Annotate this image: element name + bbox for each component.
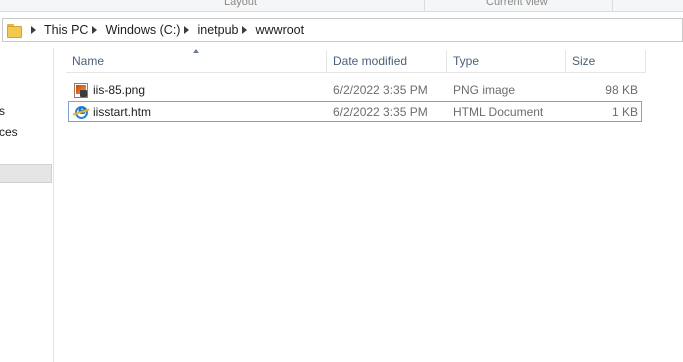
ribbon-separator xyxy=(424,0,425,11)
file-type: HTML Document xyxy=(453,105,544,119)
column-date-modified[interactable]: Date modified xyxy=(327,50,447,73)
breadcrumb-wwwroot[interactable]: wwwroot xyxy=(255,23,304,37)
chevron-right-icon[interactable] xyxy=(31,26,36,34)
file-row-selected[interactable]: iisstart.htm 6/2/2022 3:35 PM HTML Docum… xyxy=(68,101,642,122)
column-header: Name Date modified Type Size xyxy=(66,49,646,73)
file-name[interactable]: iis-85.png xyxy=(93,80,145,101)
nav-item[interactable]: s xyxy=(0,104,5,118)
png-image-icon xyxy=(74,83,88,98)
column-name[interactable]: Name xyxy=(66,50,327,73)
pane-divider[interactable] xyxy=(53,48,54,362)
file-size: 1 KB xyxy=(611,105,638,119)
chevron-right-icon[interactable] xyxy=(92,26,98,34)
breadcrumb-this-pc[interactable]: This PC xyxy=(44,23,88,37)
column-type[interactable]: Type xyxy=(447,50,566,73)
navigation-pane[interactable]: s ces xyxy=(0,48,53,362)
breadcrumb-inetpub[interactable]: inetpub xyxy=(197,23,238,37)
ribbon: Layout Current view xyxy=(0,0,683,12)
file-name[interactable]: iisstart.htm xyxy=(93,102,151,123)
file-size: 98 KB xyxy=(605,83,638,97)
file-date-modified: 6/2/2022 3:35 PM xyxy=(333,83,428,97)
ribbon-group-current-view: Current view xyxy=(486,0,548,8)
ribbon-separator xyxy=(612,0,613,11)
file-date-modified: 6/2/2022 3:35 PM xyxy=(333,105,428,119)
breadcrumb-windows-c[interactable]: Windows (C:) xyxy=(105,23,180,37)
file-type: PNG image xyxy=(453,83,516,97)
file-row[interactable]: iis-85.png 6/2/2022 3:35 PM PNG image 98… xyxy=(68,80,642,101)
column-size[interactable]: Size xyxy=(566,50,646,73)
nav-item[interactable]: ces xyxy=(0,125,18,139)
folder-icon xyxy=(7,23,22,38)
chevron-right-icon[interactable] xyxy=(242,26,248,34)
chevron-right-icon[interactable] xyxy=(184,26,190,34)
ribbon-group-layout: Layout xyxy=(224,0,258,8)
nav-item-selected[interactable] xyxy=(0,164,52,183)
address-bar[interactable]: This PC Windows (C:) inetpub wwwroot xyxy=(2,18,683,42)
internet-explorer-icon xyxy=(75,103,88,119)
